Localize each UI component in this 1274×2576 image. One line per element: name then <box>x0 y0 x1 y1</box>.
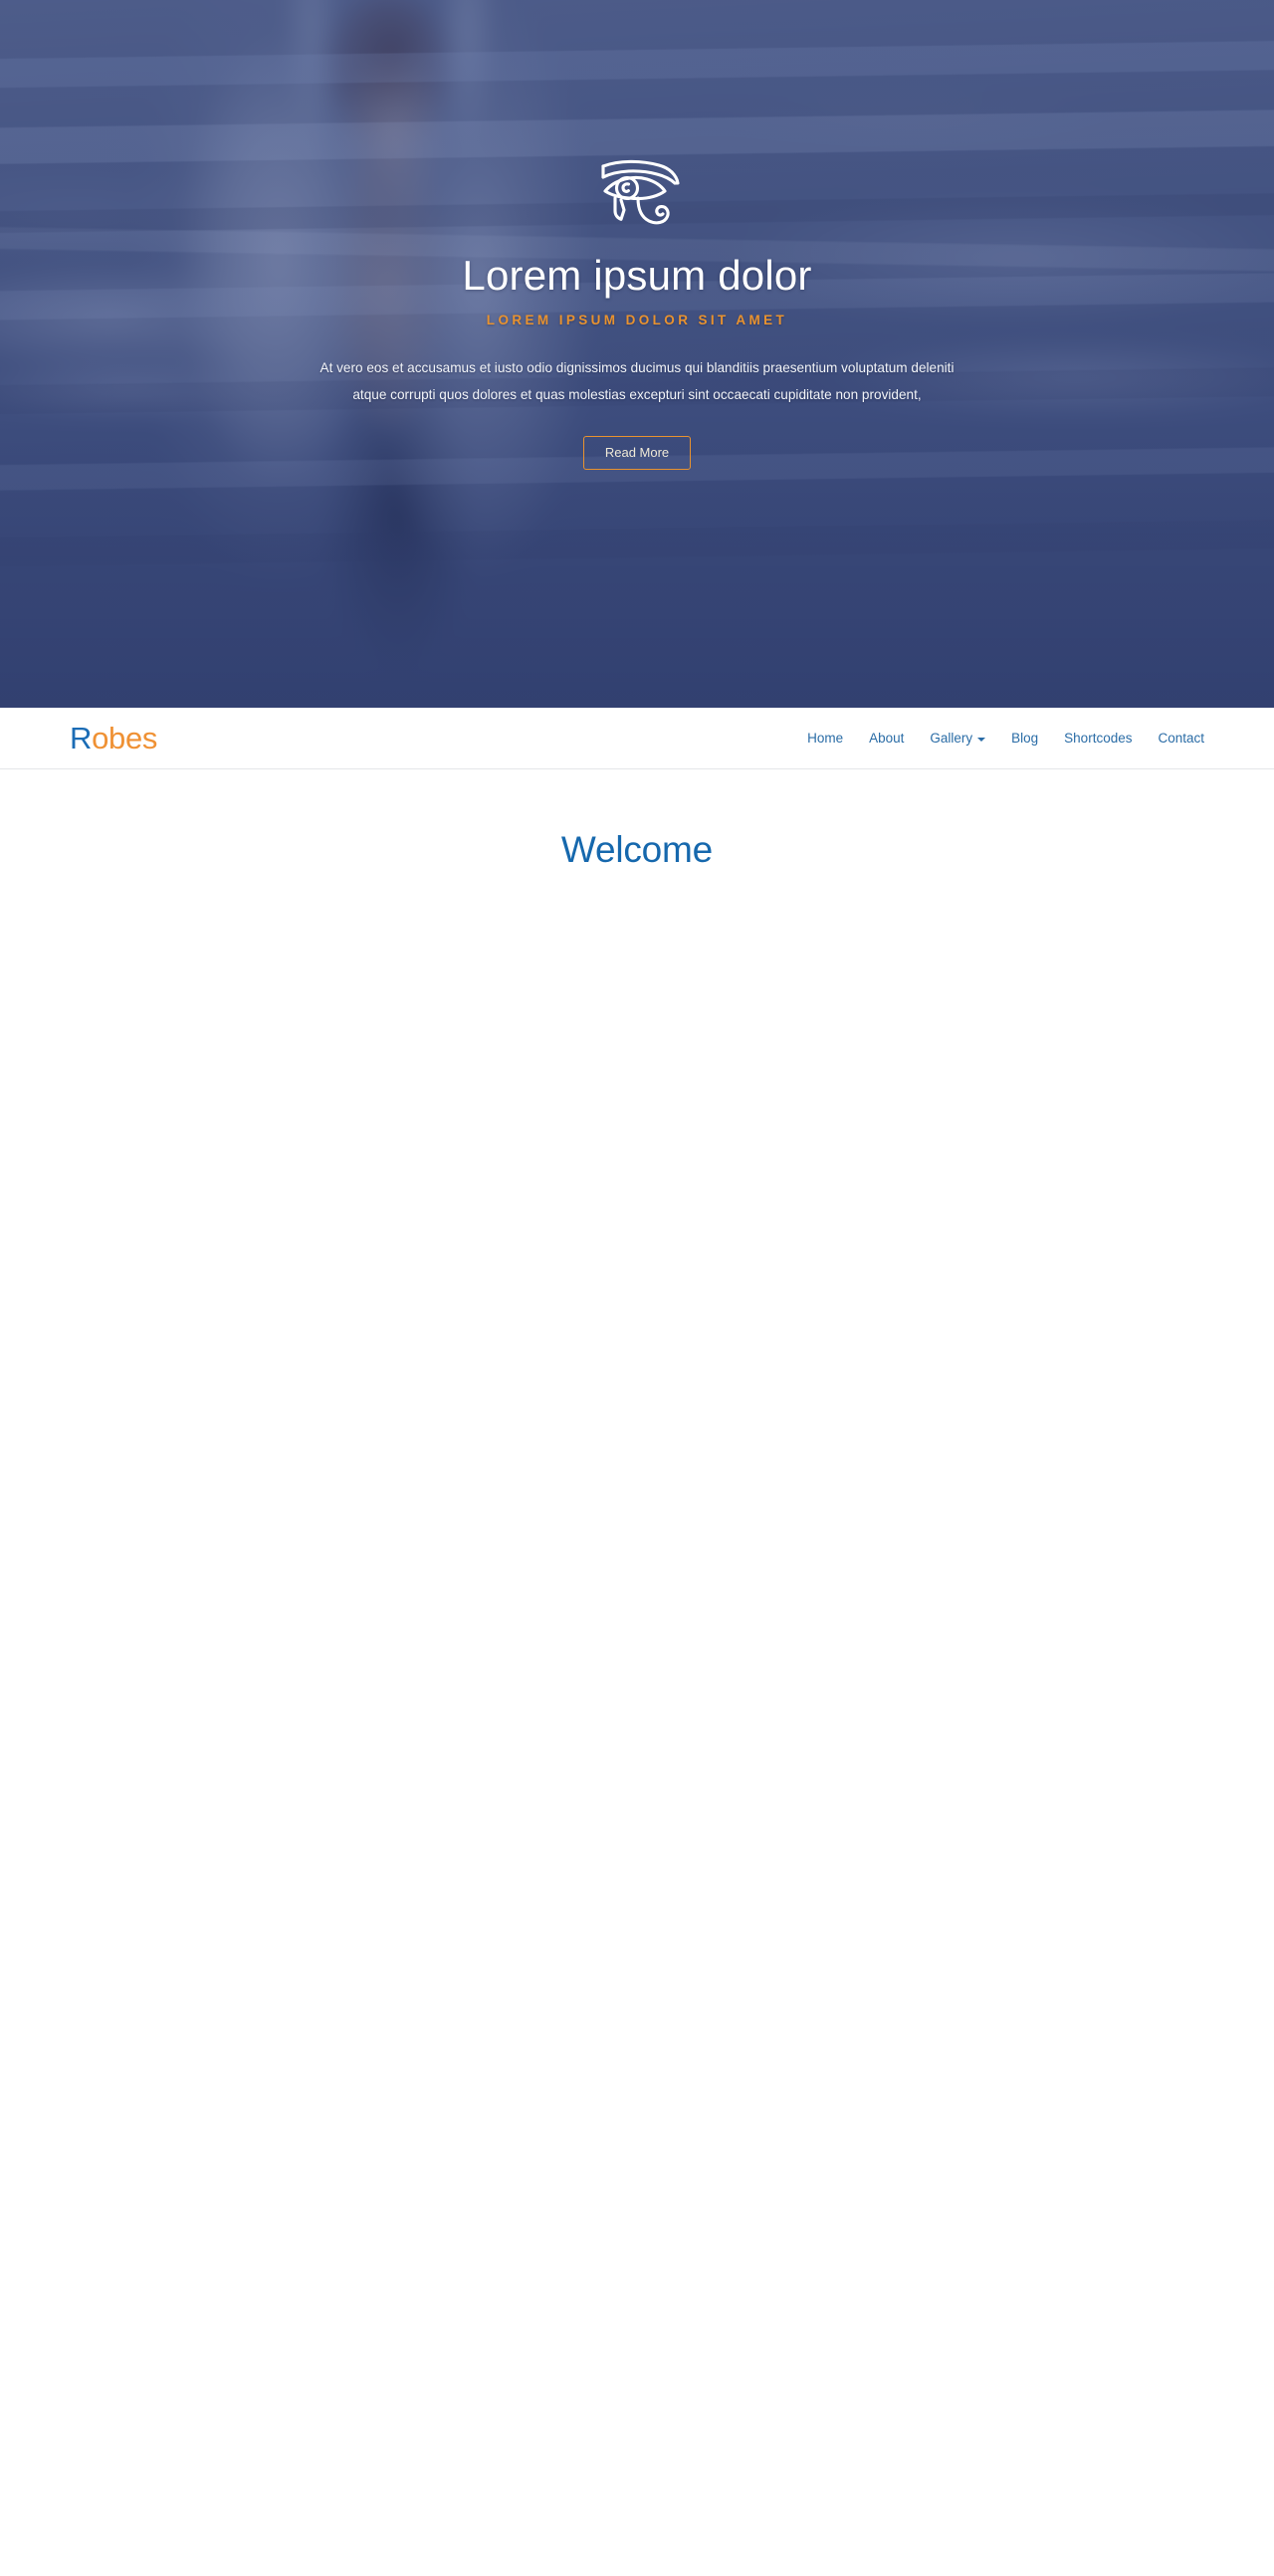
nav-link-label: Contact <box>1158 731 1204 746</box>
read-more-button[interactable]: Read More <box>582 435 692 470</box>
nav-item: Home <box>807 731 843 746</box>
nav-item: Blog <box>1011 731 1038 746</box>
nav-link-contact[interactable]: Contact <box>1158 731 1204 746</box>
nav-link-blog[interactable]: Blog <box>1011 731 1038 746</box>
hero-section: Lorem ipsum dolor LOREM IPSUM DOLOR SIT … <box>0 0 1274 708</box>
nav-link-about[interactable]: About <box>869 731 904 746</box>
nav-link-home[interactable]: Home <box>807 731 843 746</box>
nav-item: Gallery <box>930 731 986 746</box>
site-logo[interactable]: Robes <box>70 723 157 753</box>
nav-link-label: Gallery <box>930 731 973 746</box>
hero-title: Lorem ipsum dolor <box>462 252 812 299</box>
nav-link-label: About <box>869 731 905 746</box>
nav-link-label: Blog <box>1011 731 1039 746</box>
nav-link-label: Shortcodes <box>1064 731 1133 746</box>
eye-of-horus-icon <box>601 159 680 225</box>
nav-link-list: Home About Gallery Blog Shortcodes Conta… <box>807 731 1204 746</box>
hero-paragraph: At vero eos et accusamus et iusto odio d… <box>319 359 955 402</box>
nav-item: Shortcodes <box>1064 731 1132 746</box>
logo-initial: R <box>70 721 93 755</box>
nav-link-label: Home <box>807 731 844 746</box>
main-navigation-bar: Robes Home About Gallery Blog Shortcodes… <box>0 708 1274 769</box>
nav-item: About <box>869 731 904 746</box>
hero-content: Lorem ipsum dolor LOREM IPSUM DOLOR SIT … <box>0 0 1274 470</box>
hero-cta-wrapper: Read More <box>0 408 1274 470</box>
main-content: Welcome <box>0 769 1274 2575</box>
logo-rest: obes <box>92 721 158 755</box>
nav-link-gallery[interactable]: Gallery <box>930 731 986 746</box>
nav-item: Contact <box>1158 731 1204 746</box>
chevron-down-icon <box>977 737 986 742</box>
nav-link-shortcodes[interactable]: Shortcodes <box>1064 731 1132 746</box>
welcome-heading: Welcome <box>560 829 714 870</box>
hero-subtitle: LOREM IPSUM DOLOR SIT AMET <box>486 312 788 327</box>
